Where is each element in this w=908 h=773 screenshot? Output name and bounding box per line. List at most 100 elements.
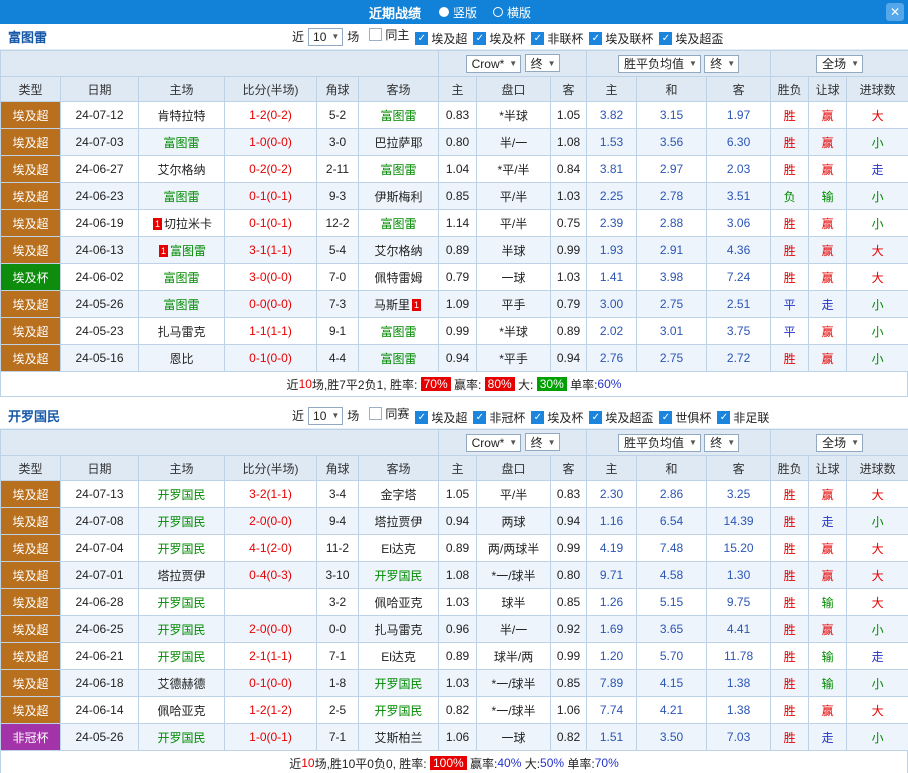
corner-cell: 0-0 [316, 615, 359, 643]
handicap-cell: *一/球半 [476, 696, 552, 724]
euro-away-odds: 1.38 [706, 696, 772, 724]
handicap-result-cell: 走 [808, 723, 848, 751]
home-team-name: 肯特拉特 [157, 108, 206, 123]
bookmaker-final-select[interactable]: 终 ▼ [524, 54, 560, 73]
chevron-down-icon: ▼ [547, 58, 556, 68]
team-panel-1: 富图雷 近 10 ▼ 场 同主 ✓ 埃及超 ✓ 埃及杯 ✓ 非联杯 ✓ 埃及联杯 ✓ 埃及超盃 Cr… [0, 24, 908, 397]
filter-checkbox[interactable]: ✓ 非足联 [717, 409, 769, 426]
handicap-result-cell: 赢 [808, 561, 848, 589]
handicap-cell: *平手 [476, 344, 552, 372]
away-team-cell: El达克 [357, 534, 440, 562]
filter-checkbox[interactable]: 同赛 [369, 405, 409, 422]
filter-checkbox[interactable]: ✓ 埃及杯 [531, 409, 583, 426]
filter-checkbox[interactable]: ✓ 埃及超盃 [659, 30, 723, 47]
bookmaker-select[interactable]: Crow* ▼ [465, 54, 522, 73]
match-row: 埃及超 24-07-03 富图雷 1-0(0-0) 3-0 巴拉萨耶 0.80 半/一 1.08… [0, 128, 908, 156]
home-team-cell: 开罗国民 [138, 534, 225, 562]
match-row: 埃及超 24-06-13 1 富图雷 3-1(1-1) 5-4 艾尔格纳 0.89 半球 0.99… [0, 236, 908, 264]
handicap-cell: 平手 [476, 290, 552, 318]
handicap-result-cell: 输 [808, 182, 848, 210]
away-team-cell: El达克 [357, 642, 440, 670]
chevron-down-icon: ▼ [509, 59, 518, 69]
red-card-icon: 1 [152, 218, 162, 231]
filter-checkbox[interactable]: ✓ 埃及杯 [473, 30, 525, 47]
match-row: 埃及超 24-07-01 塔拉贾伊 0-4(0-3) 3-10 开罗国民 1.08 *一/球半… [0, 561, 908, 589]
column-header-1: 日期 [60, 455, 139, 481]
filter-checkbox[interactable]: ✓ 埃及超 [415, 409, 467, 426]
checkbox-label: 非联杯 [547, 32, 584, 47]
euro-away-odds: 2.03 [706, 155, 772, 183]
euro-draw-odds: 2.88 [636, 209, 708, 237]
date-cell: 24-05-26 [60, 723, 139, 751]
away-team-cell: 佩哈亚克 [357, 588, 440, 616]
asian-away-odds: 0.99 [550, 642, 588, 670]
checkbox-label: 埃及联杯 [605, 32, 654, 47]
home-team-cell: 富图雷 [138, 182, 225, 210]
date-cell: 24-07-13 [60, 480, 139, 508]
euro-average-select[interactable]: 胜平负均值 ▼ [617, 433, 701, 452]
close-button[interactable]: ✕ [886, 3, 904, 21]
home-team-cell: 1 切拉米卡 [138, 209, 225, 237]
away-team-name: El达克 [381, 649, 416, 664]
euro-draw-odds: 3.15 [636, 101, 708, 129]
euro-final-select[interactable]: 终 ▼ [704, 433, 740, 452]
column-header-5: 客场 [357, 76, 440, 102]
goals-result-cell: 走 [846, 642, 908, 670]
bookmaker-final-select[interactable]: 终 ▼ [524, 433, 560, 452]
bookmaker-select[interactable]: Crow* ▼ [465, 433, 522, 452]
euro-draw-odds: 2.78 [636, 182, 708, 210]
asian-home-odds: 0.96 [438, 615, 478, 643]
checkbox-checked-icon: ✓ [531, 411, 545, 425]
checkbox-label: 埃及杯 [547, 411, 584, 426]
filter-checkbox[interactable]: ✓ 非冠杯 [473, 409, 525, 426]
layout-radio-horizontal[interactable]: 横版 [493, 4, 531, 21]
date-cell: 24-06-02 [60, 263, 139, 291]
empty-header-cell [0, 429, 440, 456]
euro-final-select[interactable]: 终 ▼ [704, 54, 740, 73]
scope-select[interactable]: 全场 ▼ [816, 54, 864, 73]
checkbox-label: 埃及超 [431, 32, 468, 47]
euro-home-odds: 1.16 [586, 507, 638, 535]
column-header-7: 盘口 [476, 455, 552, 481]
asian-home-odds: 0.89 [438, 534, 478, 562]
match-count-select[interactable]: 10 ▼ [308, 27, 344, 46]
filter-row: 开罗国民 近 10 ▼ 场 同赛 ✓ 埃及超 ✓ 非冠杯 ✓ 埃及杯 ✓ 埃及超盃 ✓ 世俱杯 ✓ 非足… [0, 403, 908, 429]
corner-cell: 3-2 [316, 588, 359, 616]
column-header-5: 客场 [357, 455, 440, 481]
asian-home-odds: 0.99 [438, 317, 478, 345]
filter-checkbox[interactable]: ✓ 世俱杯 [659, 409, 711, 426]
filter-checkbox[interactable]: ✓ 埃及超 [415, 30, 467, 47]
corner-cell: 3-0 [316, 128, 359, 156]
filter-checkbox[interactable]: 同主 [369, 26, 409, 43]
score-cell: 1-1(1-1) [224, 317, 317, 345]
column-header-10: 和 [636, 455, 708, 481]
match-type-badge: 非冠杯 [0, 723, 61, 751]
goals-result-cell: 大 [846, 561, 908, 589]
layout-radio-vertical[interactable]: 竖版 [438, 4, 477, 21]
goals-result-cell: 小 [846, 723, 908, 751]
result-cell: 胜 [770, 696, 810, 724]
euro-home-odds: 2.39 [586, 209, 638, 237]
filter-checkbox[interactable]: ✓ 非联杯 [531, 30, 583, 47]
euro-home-odds: 9.71 [586, 561, 638, 589]
date-cell: 24-06-13 [60, 236, 139, 264]
result-cell: 胜 [770, 128, 810, 156]
home-team-cell: 恩比 [138, 344, 225, 372]
date-cell: 24-06-19 [60, 209, 139, 237]
match-count-select[interactable]: 10 ▼ [308, 406, 344, 425]
filter-checkbox[interactable]: ✓ 埃及联杯 [589, 30, 653, 47]
summary-text: 近 [286, 377, 299, 392]
scope-select[interactable]: 全场 ▼ [816, 433, 864, 452]
away-team-name: 艾尔格纳 [374, 243, 423, 258]
score-cell: 0-1(0-0) [224, 669, 317, 697]
home-team-cell: 富图雷 [138, 290, 225, 318]
score-cell: 0-2(0-2) [224, 155, 317, 183]
home-team-name: 开罗国民 [157, 649, 206, 664]
column-header-6: 主 [438, 455, 478, 481]
home-team-name: 开罗国民 [157, 487, 206, 502]
asian-home-odds: 0.94 [438, 344, 478, 372]
home-team-name: 恩比 [169, 351, 194, 366]
euro-average-select[interactable]: 胜平负均值 ▼ [617, 54, 701, 73]
filter-checkbox[interactable]: ✓ 埃及超盃 [589, 409, 653, 426]
titlebar: 近期战绩 竖版 横版 ✕ [0, 0, 908, 24]
